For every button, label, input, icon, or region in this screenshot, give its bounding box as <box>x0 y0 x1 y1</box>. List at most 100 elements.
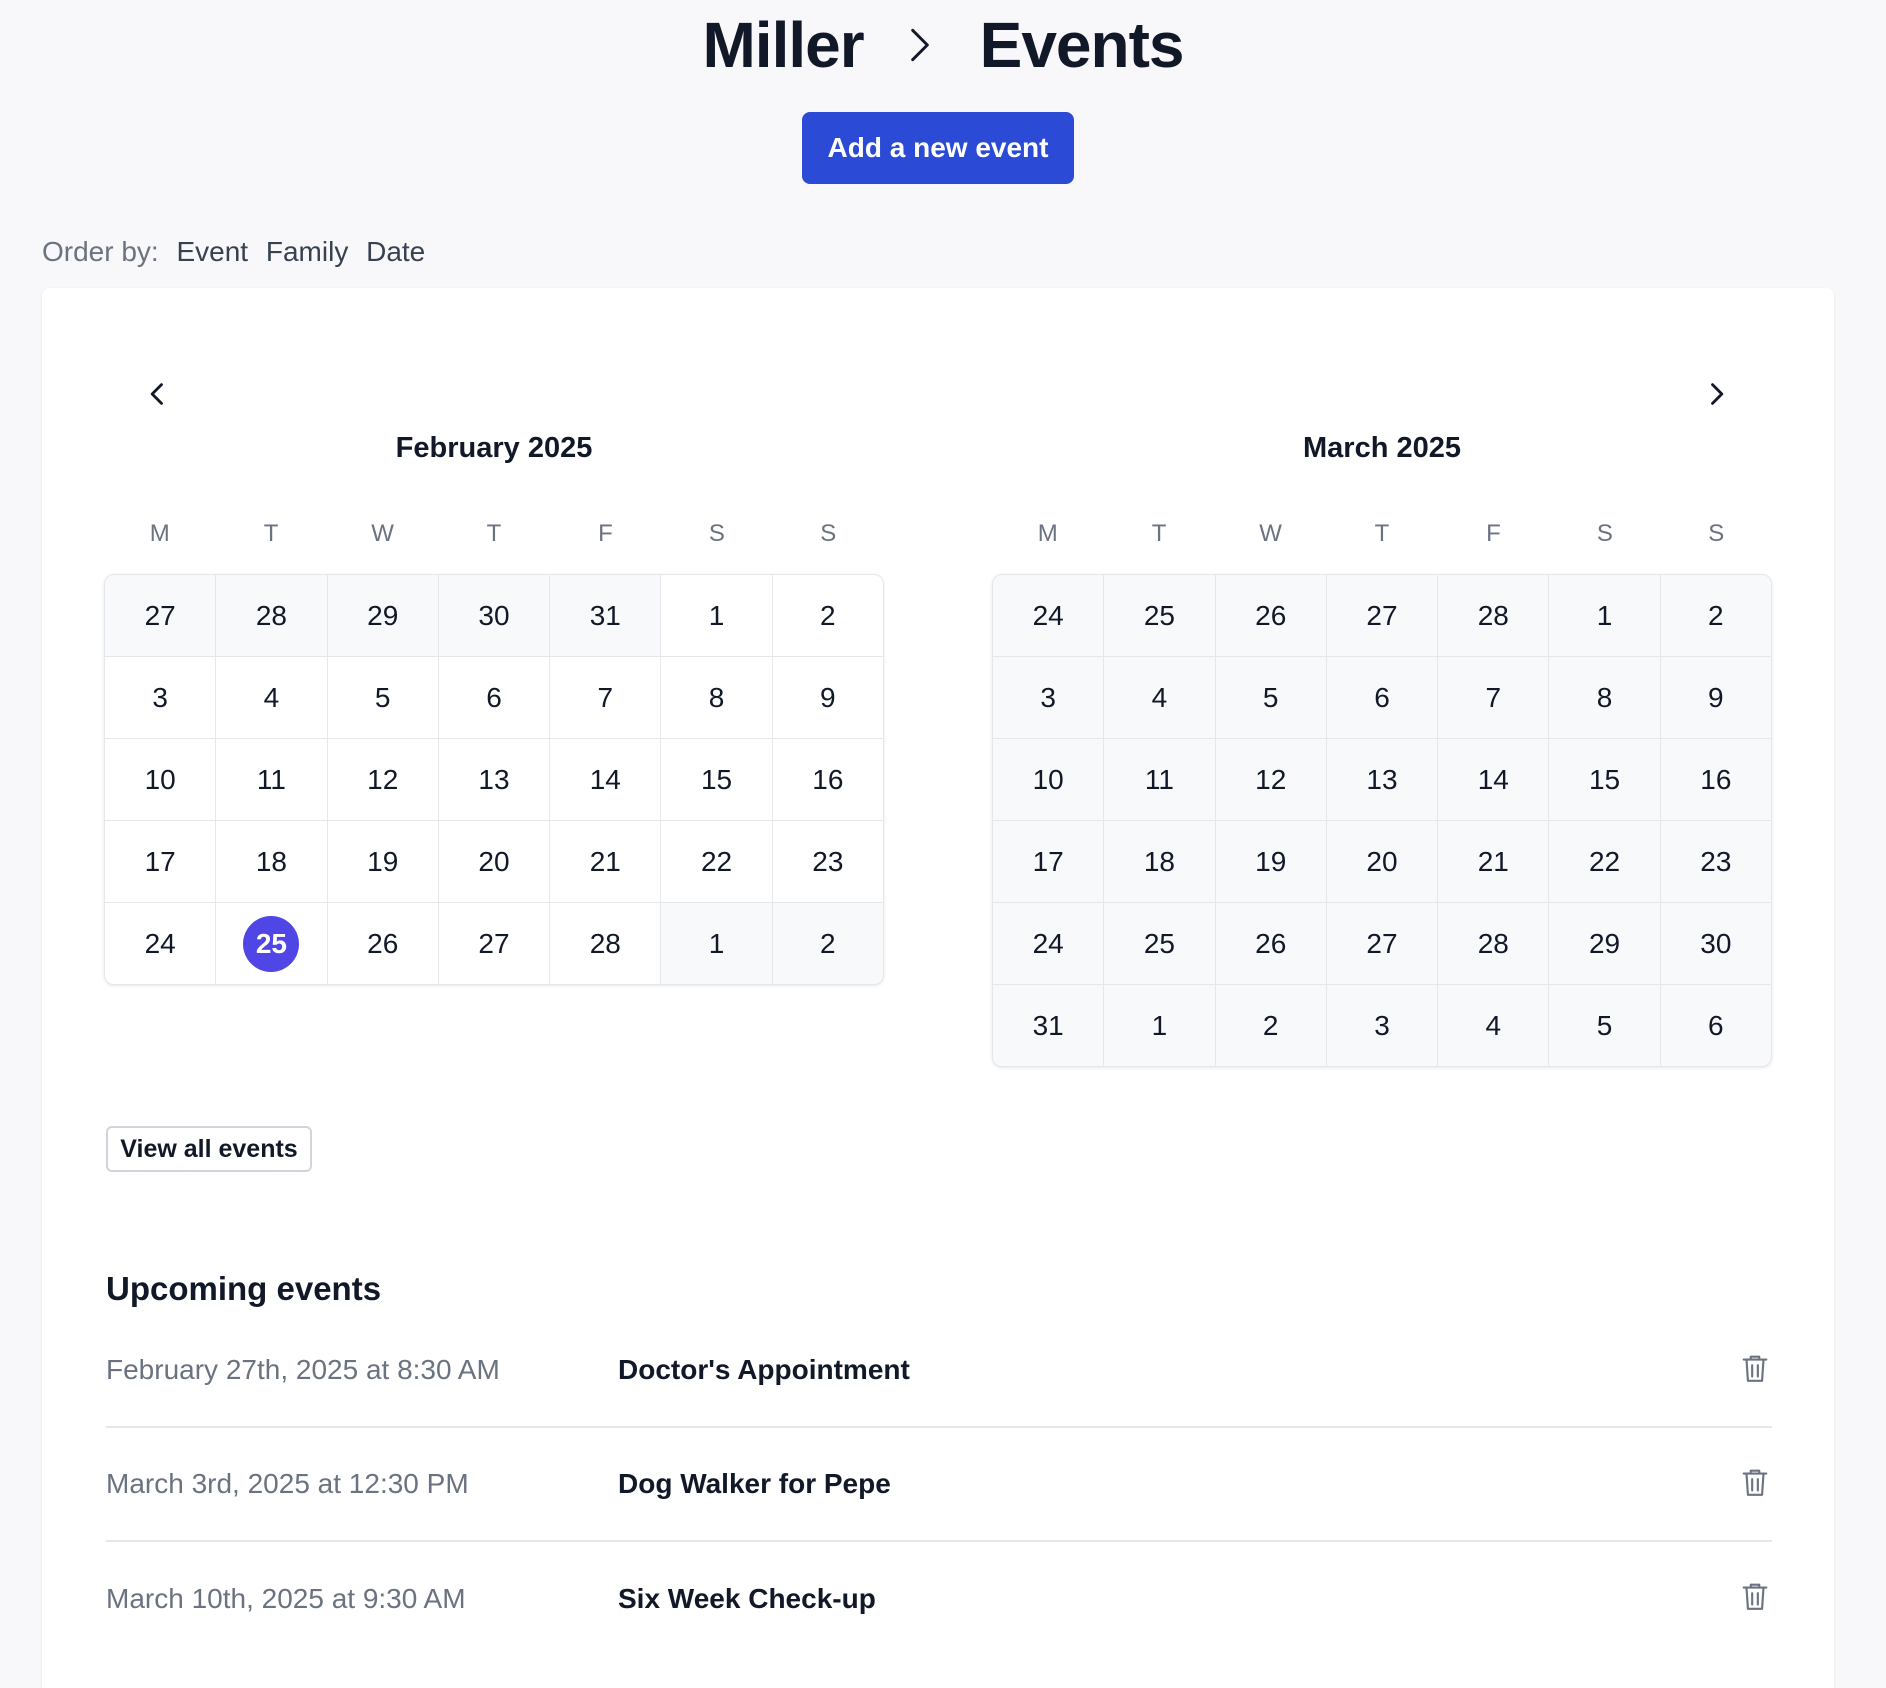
calendar-day[interactable]: 26 <box>1215 903 1326 984</box>
calendar-day[interactable]: 25 <box>1104 575 1215 656</box>
order-by-event[interactable]: Event <box>176 236 248 267</box>
calendar-day[interactable]: 17 <box>993 821 1104 902</box>
calendar-day[interactable]: 21 <box>1438 821 1549 902</box>
order-by-family[interactable]: Family <box>266 236 348 267</box>
calendar-day[interactable]: 10 <box>105 739 216 820</box>
calendar-day[interactable]: 2 <box>1215 985 1326 1066</box>
calendar-day[interactable]: 31 <box>550 575 661 656</box>
calendar-day[interactable]: 3 <box>1326 985 1438 1066</box>
day-number: 28 <box>1477 599 1509 631</box>
calendar-day[interactable]: 28 <box>550 903 661 984</box>
calendar-day[interactable]: 5 <box>1215 657 1326 738</box>
calendar-day[interactable]: 13 <box>438 739 550 820</box>
calendar-day[interactable]: 19 <box>327 821 438 902</box>
calendar-day[interactable]: 3 <box>105 657 216 738</box>
calendar-day[interactable]: 1 <box>661 903 772 984</box>
next-month-button[interactable] <box>1696 374 1736 414</box>
calendar-day[interactable]: 2 <box>1660 575 1771 656</box>
calendar-day[interactable]: 11 <box>216 739 327 820</box>
calendar-day[interactable]: 19 <box>1215 821 1326 902</box>
day-number: 26 <box>367 927 399 959</box>
calendar-day[interactable]: 26 <box>1215 575 1326 656</box>
calendar-day[interactable]: 12 <box>1215 739 1326 820</box>
calendar-day[interactable]: 25 <box>1104 903 1215 984</box>
calendar-day[interactable]: 27 <box>105 575 216 656</box>
calendar-day[interactable]: 20 <box>438 821 550 902</box>
trash-icon[interactable] <box>1738 1464 1772 1500</box>
order-by-date[interactable]: Date <box>366 236 425 267</box>
event-name[interactable]: Dog Walker for Pepe <box>618 1468 891 1500</box>
view-all-events-button[interactable]: View all events <box>106 1126 312 1172</box>
calendar-day[interactable]: 8 <box>661 657 772 738</box>
calendar-day[interactable]: 1 <box>661 575 772 656</box>
calendar-day[interactable]: 6 <box>438 657 550 738</box>
calendar-day[interactable]: 15 <box>1549 739 1660 820</box>
event-row[interactable]: March 3rd, 2025 at 12:30 PM Dog Walker f… <box>106 1428 1772 1542</box>
calendar-day[interactable]: 1 <box>1549 575 1660 656</box>
calendar-day[interactable]: 26 <box>327 903 438 984</box>
calendar-day[interactable]: 18 <box>216 821 327 902</box>
event-row[interactable]: February 27th, 2025 at 8:30 AM Doctor's … <box>106 1314 1772 1428</box>
calendar-day[interactable]: 7 <box>1438 657 1549 738</box>
calendar-day[interactable]: 3 <box>993 657 1104 738</box>
calendar-day[interactable]: 13 <box>1326 739 1438 820</box>
calendar-day[interactable]: 17 <box>105 821 216 902</box>
calendar-day[interactable]: 27 <box>1326 575 1438 656</box>
calendar-day[interactable]: 23 <box>772 821 883 902</box>
calendar-day[interactable]: 30 <box>1660 903 1771 984</box>
event-name[interactable]: Doctor's Appointment <box>618 1354 910 1386</box>
calendar-day[interactable]: 28 <box>216 575 327 656</box>
event-name[interactable]: Six Week Check-up <box>618 1583 876 1615</box>
calendar-day[interactable]: 14 <box>550 739 661 820</box>
calendar-day[interactable]: 27 <box>1326 903 1438 984</box>
calendar-day[interactable]: 15 <box>661 739 772 820</box>
calendar-day[interactable]: 6 <box>1660 985 1771 1066</box>
day-number: 1 <box>708 927 725 959</box>
trash-icon[interactable] <box>1738 1350 1772 1386</box>
calendar-day[interactable]: 18 <box>1104 821 1215 902</box>
calendar-day[interactable]: 2 <box>772 903 883 984</box>
calendar-day[interactable]: 7 <box>550 657 661 738</box>
calendar-day[interactable]: 8 <box>1549 657 1660 738</box>
calendar-day[interactable]: 22 <box>1549 821 1660 902</box>
day-number: 19 <box>367 845 399 877</box>
calendar-day[interactable]: 29 <box>1549 903 1660 984</box>
breadcrumb-parent[interactable]: Miller <box>702 8 864 82</box>
calendar-day[interactable]: 16 <box>1660 739 1771 820</box>
calendar-day[interactable]: 20 <box>1326 821 1438 902</box>
calendar-day[interactable]: 12 <box>327 739 438 820</box>
calendar-day[interactable]: 10 <box>993 739 1104 820</box>
calendar-day[interactable]: 11 <box>1104 739 1215 820</box>
event-row[interactable]: March 10th, 2025 at 9:30 AM Six Week Che… <box>106 1542 1772 1656</box>
calendar-day[interactable]: 4 <box>1104 657 1215 738</box>
day-number: 28 <box>255 599 287 631</box>
calendar-day[interactable]: 28 <box>1438 903 1549 984</box>
calendar-day[interactable]: 22 <box>661 821 772 902</box>
calendar-day[interactable]: 5 <box>1549 985 1660 1066</box>
calendar-day[interactable]: 4 <box>216 657 327 738</box>
calendar-day[interactable]: 27 <box>438 903 550 984</box>
calendar-day[interactable]: 30 <box>438 575 550 656</box>
trash-icon[interactable] <box>1738 1578 1772 1614</box>
calendar-day[interactable]: 21 <box>550 821 661 902</box>
day-number: 23 <box>1700 845 1732 877</box>
calendar-day[interactable]: 24 <box>993 575 1104 656</box>
calendar-day-selected[interactable]: 25 <box>216 903 327 984</box>
calendar-day[interactable]: 1 <box>1104 985 1215 1066</box>
calendar-day[interactable]: 2 <box>772 575 883 656</box>
calendar-day[interactable]: 24 <box>993 903 1104 984</box>
calendar-day[interactable]: 16 <box>772 739 883 820</box>
add-event-button[interactable]: Add a new event <box>802 112 1074 184</box>
calendar-day[interactable]: 31 <box>993 985 1104 1066</box>
calendar-day[interactable]: 28 <box>1438 575 1549 656</box>
calendar-day[interactable]: 14 <box>1438 739 1549 820</box>
previous-month-button[interactable] <box>138 374 178 414</box>
calendar-day[interactable]: 24 <box>105 903 216 984</box>
calendar-day[interactable]: 4 <box>1438 985 1549 1066</box>
calendar-day[interactable]: 29 <box>327 575 438 656</box>
calendar-day[interactable]: 23 <box>1660 821 1771 902</box>
calendar-day[interactable]: 9 <box>1660 657 1771 738</box>
calendar-day[interactable]: 5 <box>327 657 438 738</box>
calendar-day[interactable]: 9 <box>772 657 883 738</box>
calendar-day[interactable]: 6 <box>1326 657 1438 738</box>
